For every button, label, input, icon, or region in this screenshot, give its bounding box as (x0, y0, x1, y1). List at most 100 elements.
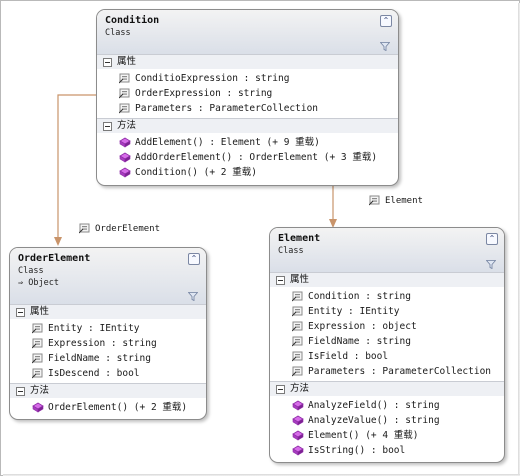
method-item[interactable]: AddElement() : Element (+ 9 重载) (97, 135, 398, 150)
method-icon (292, 445, 304, 456)
property-icon (369, 195, 380, 206)
collapse-minus-icon[interactable] (16, 387, 25, 396)
section-header-method[interactable]: 方法 (10, 383, 206, 398)
section-title: 方法 (30, 385, 50, 396)
base-class: ⇒ Object (18, 278, 59, 288)
member-list: AddElement() : Element (+ 9 重载) AddOrderE… (97, 133, 398, 182)
member-list: ConditioExpression : string OrderExpressi… (97, 69, 398, 118)
property-icon (31, 338, 44, 349)
filter-icon[interactable] (379, 42, 391, 52)
class-box-condition[interactable]: Condition Class ⌃ 属性 ConditioExpression : st… (96, 9, 399, 186)
collapse-chevron-icon[interactable]: ⌃ (188, 253, 200, 265)
method-item[interactable]: Element() (+ 4 重载) (270, 428, 504, 443)
property-item[interactable]: OrderExpression : string (97, 86, 398, 101)
section-header-method[interactable]: 方法 (270, 381, 504, 396)
member-signature: Expression : object (308, 321, 417, 332)
class-header: Condition Class ⌃ (97, 10, 398, 54)
property-item[interactable]: Parameters : ParameterCollection (97, 101, 398, 116)
section-title: 方法 (290, 383, 310, 394)
header-spacer (18, 288, 198, 300)
property-icon (79, 223, 90, 234)
member-signature: OrderExpression : string (135, 88, 273, 99)
class-name: Element (278, 233, 321, 244)
collapse-chevron-icon[interactable]: ⌃ (486, 233, 498, 245)
property-icon (118, 73, 131, 84)
section-title: 属性 (30, 306, 50, 317)
section-header-method[interactable]: 方法 (97, 118, 398, 133)
property-item[interactable]: Condition : string (270, 289, 504, 304)
member-signature: Element() (+ 4 重载) (308, 430, 419, 441)
property-item[interactable]: FieldName : string (10, 351, 206, 366)
section-header-property[interactable]: 属性 (10, 304, 206, 319)
member-signature: Expression : string (48, 338, 157, 349)
member-signature: FieldName : string (48, 353, 151, 364)
property-item[interactable]: FieldName : string (270, 334, 504, 349)
section-title: 属性 (290, 274, 310, 285)
association-label-text: Element (385, 196, 423, 206)
member-signature: ConditioExpression : string (135, 73, 290, 84)
filter-icon[interactable] (187, 292, 199, 302)
class-stereotype: Class (278, 246, 304, 256)
section-header-property[interactable]: 属性 (97, 54, 398, 69)
member-signature: AddOrderElement() : OrderElement (+ 3 重载… (135, 152, 378, 163)
property-item[interactable]: Expression : string (10, 336, 206, 351)
class-stereotype: Class (18, 266, 44, 276)
property-icon (291, 336, 304, 347)
collapse-minus-icon[interactable] (103, 122, 112, 131)
member-signature: OrderElement() (+ 2 重载) (48, 402, 188, 413)
property-item[interactable]: Entity : IEntity (270, 304, 504, 319)
method-item[interactable]: AddOrderElement() : OrderElement (+ 3 重载… (97, 150, 398, 165)
method-item[interactable]: AnalyzeField() : string (270, 398, 504, 413)
class-name: Condition (105, 15, 160, 26)
member-signature: AddElement() : Element (+ 9 重载) (135, 137, 320, 148)
property-icon (291, 321, 304, 332)
class-header: Element Class ⌃ (270, 228, 504, 272)
section-title: 方法 (117, 120, 137, 131)
method-icon (292, 430, 304, 441)
method-item[interactable]: Condition() (+ 2 重载) (97, 165, 398, 180)
collapse-minus-icon[interactable] (16, 308, 25, 317)
property-item[interactable]: Parameters : ParameterCollection (270, 364, 504, 379)
method-item[interactable]: IsString() : bool (270, 443, 504, 458)
collapse-minus-icon[interactable] (276, 276, 285, 285)
section-header-property[interactable]: 属性 (270, 272, 504, 287)
collapse-chevron-icon[interactable]: ⌃ (380, 15, 392, 27)
property-item[interactable]: Expression : object (270, 319, 504, 334)
class-box-element[interactable]: Element Class ⌃ 属性 Condition : string Entity … (269, 227, 505, 463)
property-item[interactable]: Entity : IEntity (10, 321, 206, 336)
member-list: AnalyzeField() : string AnalyzeValue() : … (270, 396, 504, 460)
method-icon (32, 402, 44, 413)
property-icon (291, 291, 304, 302)
property-icon (291, 306, 304, 317)
collapse-minus-icon[interactable] (276, 385, 285, 394)
member-signature: Parameters : ParameterCollection (135, 103, 319, 114)
method-icon (292, 415, 304, 426)
property-item[interactable]: IsField : bool (270, 349, 504, 364)
filter-icon[interactable] (485, 260, 497, 270)
property-item[interactable]: IsDescend : bool (10, 366, 206, 381)
member-signature: FieldName : string (308, 336, 411, 347)
method-item[interactable]: OrderElement() (+ 2 重载) (10, 400, 206, 415)
property-item[interactable]: ConditioExpression : string (97, 71, 398, 86)
collapse-minus-icon[interactable] (103, 58, 112, 67)
property-icon (291, 366, 304, 377)
member-signature: IsDescend : bool (48, 368, 140, 379)
class-box-orderelement[interactable]: OrderElement Class ⇒ Object ⌃ 属性 Entity : IEn… (9, 247, 207, 420)
property-icon (31, 323, 44, 334)
class-header: OrderElement Class ⇒ Object ⌃ (10, 248, 206, 304)
class-stereotype: Class (105, 28, 131, 38)
method-icon (292, 400, 304, 411)
association-label-element[interactable]: Element (369, 195, 423, 207)
property-icon (118, 103, 131, 114)
header-spacer (278, 256, 496, 268)
method-icon (119, 167, 131, 178)
member-signature: Condition : string (308, 291, 411, 302)
association-label-orderelement[interactable]: OrderElement (79, 223, 160, 235)
method-icon (119, 152, 131, 163)
member-signature: AnalyzeField() : string (308, 400, 440, 411)
property-icon (31, 353, 44, 364)
method-item[interactable]: AnalyzeValue() : string (270, 413, 504, 428)
member-list: Condition : string Entity : IEntity Expres… (270, 287, 504, 381)
member-list: Entity : IEntity Expression : string Field… (10, 319, 206, 383)
member-list: OrderElement() (+ 2 重载) (10, 398, 206, 417)
